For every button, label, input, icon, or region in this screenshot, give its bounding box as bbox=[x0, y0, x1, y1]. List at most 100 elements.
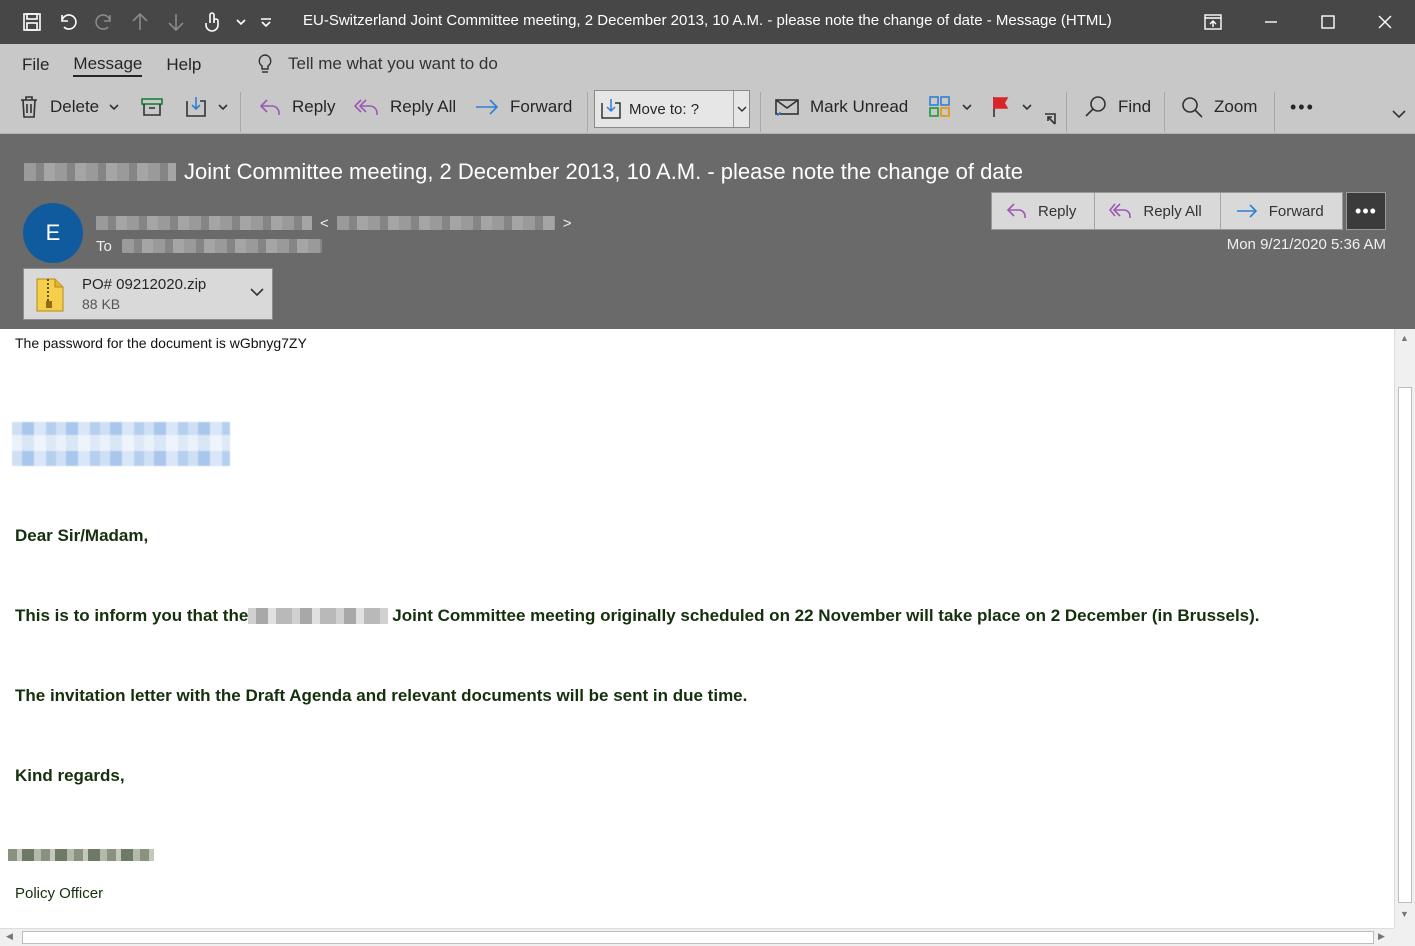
tab-message[interactable]: Message bbox=[73, 54, 143, 77]
angle-bracket: > bbox=[562, 214, 572, 232]
paragraph-1: This is to inform you that the Joint Com… bbox=[15, 606, 1260, 626]
categorize-button[interactable] bbox=[928, 90, 972, 124]
tab-help[interactable]: Help bbox=[166, 55, 201, 75]
chevron-down-icon bbox=[736, 106, 747, 113]
reply-all-icon bbox=[1109, 203, 1132, 218]
password-line: The password for the document is wGbnyg7… bbox=[15, 335, 307, 351]
categorize-icon bbox=[929, 96, 950, 117]
zoom-button[interactable]: Zoom bbox=[1180, 90, 1257, 124]
attachment-card[interactable]: PO# 09212020.zip 88 KB bbox=[23, 268, 273, 320]
ribbon-commands: Delete Reply Reply All Forward Move to: … bbox=[14, 90, 1414, 132]
delete-button[interactable]: Delete bbox=[18, 90, 119, 124]
ribbon-tabs: File Message Help bbox=[22, 52, 201, 78]
forward-button[interactable]: Forward bbox=[474, 90, 572, 124]
scroll-right-icon[interactable]: ▶ bbox=[1378, 931, 1385, 942]
forward-icon bbox=[1236, 204, 1257, 218]
maximize-icon[interactable] bbox=[1313, 8, 1343, 36]
message-date: Mon 9/21/2020 5:36 AM bbox=[1226, 236, 1386, 253]
ribbon-separator bbox=[760, 92, 761, 132]
redo-icon[interactable] bbox=[92, 10, 116, 34]
move-button[interactable] bbox=[184, 90, 228, 124]
scroll-up-icon[interactable]: ▲ bbox=[1400, 333, 1409, 343]
tags-dialog-launcher[interactable] bbox=[1044, 112, 1056, 126]
redacted-signature-name bbox=[8, 849, 154, 861]
reply-icon bbox=[259, 99, 280, 115]
ribbon-separator bbox=[240, 92, 241, 132]
ribbon-separator bbox=[1164, 92, 1165, 132]
move-to-quickstep[interactable]: Move to: ? bbox=[594, 90, 750, 128]
reply-all-button[interactable]: Reply All bbox=[354, 90, 456, 124]
down-arrow-icon[interactable] bbox=[164, 10, 188, 34]
chevron-down-icon[interactable] bbox=[218, 102, 228, 112]
up-arrow-icon[interactable] bbox=[128, 10, 152, 34]
avatar-initial: E bbox=[45, 220, 61, 245]
flag-icon bbox=[993, 97, 1009, 117]
vertical-scroll-thumb[interactable] bbox=[1398, 387, 1412, 903]
close-icon[interactable] bbox=[1370, 8, 1400, 36]
scroll-left-icon[interactable]: ◀ bbox=[6, 931, 13, 942]
angle-bracket: < bbox=[320, 214, 329, 232]
redacted-sender-email bbox=[336, 216, 555, 230]
paragraph-2: The invitation letter with the Draft Age… bbox=[15, 686, 748, 705]
reply-button[interactable]: Reply bbox=[258, 90, 335, 124]
archive-button[interactable] bbox=[140, 90, 164, 124]
header-forward-label: Forward bbox=[1268, 202, 1324, 220]
ribbon: File Message Help Tell me what you want … bbox=[0, 44, 1415, 134]
chevron-down-icon[interactable] bbox=[250, 287, 264, 297]
vertical-scrollbar[interactable]: ▲ ▼ bbox=[1394, 329, 1415, 928]
lightbulb-icon bbox=[258, 54, 272, 73]
attachment-size: 88 KB bbox=[82, 296, 121, 312]
redacted-subject-prefix bbox=[24, 163, 176, 181]
paragraph-1-suffix: Joint Committee meeting originally sched… bbox=[392, 606, 1260, 625]
delete-label: Delete bbox=[50, 97, 100, 116]
chevron-down-icon[interactable] bbox=[109, 102, 119, 112]
move-to-folder-icon bbox=[601, 99, 621, 119]
redacted-sender-name bbox=[96, 216, 312, 230]
tell-me-search[interactable]: Tell me what you want to do bbox=[256, 52, 498, 76]
horizontal-scrollbar[interactable]: ◀ ▶ bbox=[0, 928, 1394, 946]
reply-all-label: Reply All bbox=[390, 97, 457, 116]
chevron-down-icon[interactable] bbox=[1022, 102, 1032, 112]
scrollbar-corner bbox=[1394, 928, 1415, 946]
follow-up-button[interactable] bbox=[990, 90, 1032, 124]
header-more-actions-button[interactable]: ••• bbox=[1346, 192, 1386, 230]
ribbon-separator bbox=[587, 92, 588, 132]
ribbon-separator bbox=[1274, 92, 1275, 132]
minimize-icon[interactable] bbox=[1256, 8, 1286, 36]
reply-label: Reply bbox=[292, 97, 336, 116]
more-commands-button[interactable]: ••• bbox=[1290, 90, 1315, 124]
message-header: Joint Committee meeting, 2 December 2013… bbox=[0, 134, 1415, 329]
customize-qat-icon[interactable] bbox=[258, 10, 274, 34]
find-button[interactable]: Find bbox=[1084, 90, 1151, 124]
undo-icon[interactable] bbox=[56, 10, 80, 34]
chevron-down-icon[interactable] bbox=[236, 10, 246, 34]
horizontal-scroll-thumb[interactable] bbox=[22, 931, 1374, 944]
more-icon: ••• bbox=[1355, 200, 1377, 221]
zip-file-icon bbox=[36, 278, 64, 312]
archive-icon bbox=[141, 98, 163, 116]
chevron-down-icon[interactable] bbox=[962, 102, 972, 112]
scroll-down-icon[interactable]: ▼ bbox=[1400, 909, 1409, 919]
quickstep-dropdown[interactable] bbox=[733, 91, 749, 127]
header-forward-button[interactable]: Forward bbox=[1220, 193, 1342, 229]
greeting: Dear Sir/Madam, bbox=[15, 526, 149, 545]
restore-ribbon-icon[interactable] bbox=[1198, 8, 1228, 36]
save-icon[interactable] bbox=[20, 10, 44, 34]
mark-unread-label: Mark Unread bbox=[810, 97, 909, 116]
redacted-recipient[interactable] bbox=[121, 239, 322, 253]
message-body[interactable]: The password for the document is wGbnyg7… bbox=[0, 329, 1394, 928]
touch-mode-icon[interactable] bbox=[200, 10, 224, 34]
subject-line: Joint Committee meeting, 2 December 2013… bbox=[24, 158, 1023, 186]
find-icon bbox=[1085, 96, 1106, 117]
forward-icon bbox=[476, 99, 499, 115]
mark-unread-button[interactable]: Mark Unread bbox=[774, 90, 908, 124]
header-reply-all-button[interactable]: Reply All bbox=[1095, 193, 1221, 229]
redacted-logo bbox=[12, 422, 230, 466]
tab-file[interactable]: File bbox=[22, 55, 49, 75]
avatar[interactable]: E bbox=[23, 203, 83, 263]
collapse-ribbon-button[interactable] bbox=[1392, 104, 1406, 124]
header-reply-button[interactable]: Reply bbox=[992, 193, 1096, 229]
more-icon: ••• bbox=[1290, 96, 1315, 117]
sender-line[interactable]: < > bbox=[96, 213, 572, 233]
reply-icon bbox=[1006, 203, 1026, 218]
